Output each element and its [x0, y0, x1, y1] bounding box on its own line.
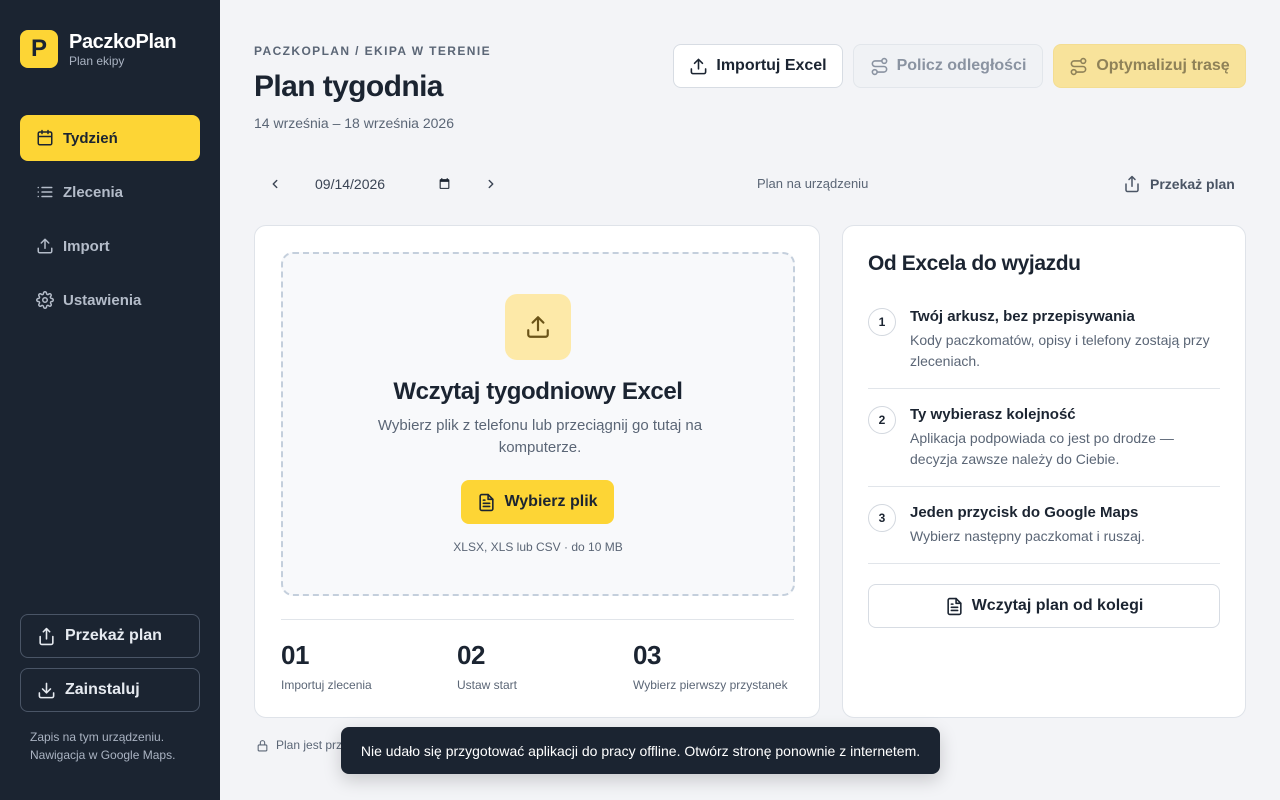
footer-note: Plan jest prz: [256, 738, 342, 752]
sidebar-item-label: Tydzień: [63, 129, 118, 147]
sidebar-nav: Tydzień Zlecenia Import Ustawienia: [20, 115, 200, 331]
guide-step-title: Ty wybierasz kolejność: [910, 406, 1076, 423]
upload-card: Wczytaj tygodniowy Excel Wybierz plik z …: [254, 225, 820, 718]
calendar-icon[interactable]: [438, 177, 451, 190]
upload-description: Wybierz plik z telefonu lub przeciągnij …: [377, 417, 703, 456]
calculate-distances-label: Policz odległości: [896, 57, 1027, 74]
brand-logo: P: [20, 30, 58, 68]
step-item: 02 Ustaw start: [457, 640, 517, 692]
plan-storage-label: Plan na urządzeniu: [757, 176, 869, 191]
file-icon: [947, 597, 962, 615]
date-range: 14 września – 18 września 2026: [254, 115, 455, 131]
breadcrumb: PACZKOPLAN / EKIPA W TERENIE: [254, 44, 491, 58]
sidebar-share-button[interactable]: Przekaż plan: [20, 614, 200, 658]
previous-week-button[interactable]: [264, 173, 286, 195]
import-excel-label: Importuj Excel: [716, 57, 827, 74]
week-date-value: 09/14/2026: [315, 176, 386, 192]
guide-step-description: Aplikacja podpowiada co jest po drodze —…: [910, 430, 1174, 467]
guide-card: Od Excela do wyjazdu 1 Twój arkusz, bez …: [842, 225, 1246, 718]
share-plan-button[interactable]: Przekaż plan: [1113, 168, 1245, 200]
sidebar: P PaczkoPlan Plan ekipy Tydzień Zlecenia…: [0, 0, 220, 800]
step-label: Importuj zlecenia: [281, 678, 372, 692]
route-icon: [1070, 57, 1087, 75]
lock-icon: [257, 739, 268, 751]
upload-icon: [527, 316, 549, 338]
upload-badge: [505, 294, 571, 360]
week-date-input[interactable]: 09/14/2026: [305, 168, 460, 200]
sidebar-item-label: Ustawienia: [63, 291, 142, 309]
step-number: 01: [281, 640, 310, 670]
sidebar-item-label: Import: [63, 237, 110, 255]
chevron-left-icon: [272, 179, 278, 189]
step-number: 03: [633, 640, 662, 670]
chevron-right-icon: [488, 179, 494, 189]
gear-icon: [36, 291, 54, 309]
load-colleague-plan-label: Wczytaj plan od kolegi: [971, 597, 1144, 614]
optimize-route-button[interactable]: Optymalizuj trasę: [1053, 44, 1246, 88]
brand[interactable]: P PaczkoPlan Plan ekipy: [20, 30, 177, 68]
guide-title: Od Excela do wyjazdu: [868, 252, 1081, 275]
offline-error-toast: Nie udało się przygotować aplikacji do p…: [341, 727, 940, 774]
calendar-icon: [37, 129, 53, 146]
load-colleague-plan-button[interactable]: Wczytaj plan od kolegi: [868, 584, 1220, 628]
step-item: 01 Importuj zlecenia: [281, 640, 372, 692]
sidebar-item-label: Zlecenia: [63, 183, 124, 201]
sidebar-install-label: Zainstaluj: [65, 681, 140, 698]
share-icon: [1125, 175, 1139, 193]
app-subtitle: Plan ekipy: [69, 54, 125, 68]
sidebar-item-ustawienia[interactable]: Ustawienia: [20, 277, 200, 323]
guide-step-description: Wybierz następny paczkomat i ruszaj.: [910, 528, 1145, 544]
upload-formats: XLSX, XLS lub CSV · do 10 MB: [453, 540, 623, 554]
page-title: Plan tygodnia: [254, 70, 443, 103]
toast-message: Nie udało się przygotować aplikacji do p…: [360, 742, 921, 759]
guide-step-description: Kody paczkomatów, opisy i telefony zosta…: [910, 332, 1210, 369]
step-number: 02: [457, 640, 486, 670]
divider: [868, 563, 1220, 564]
file-icon: [479, 493, 495, 511]
share-icon: [39, 627, 54, 645]
divider: [868, 388, 1220, 389]
guide-step-title: Jeden przycisk do Google Maps: [910, 504, 1139, 521]
calculate-distances-button[interactable]: Policz odległości: [853, 44, 1043, 88]
upload-title: Wczytaj tygodniowy Excel: [393, 378, 683, 405]
step-label: Wybierz pierwszy przystanek: [633, 678, 788, 692]
sidebar-install-button[interactable]: Zainstaluj: [20, 668, 200, 712]
route-icon: [871, 57, 888, 75]
guide-step-title: Twój arkusz, bez przepisywania: [910, 308, 1135, 325]
sidebar-share-label: Przekaż plan: [65, 627, 162, 644]
file-dropzone[interactable]: Wczytaj tygodniowy Excel Wybierz plik z …: [281, 252, 795, 596]
optimize-route-label: Optymalizuj trasę: [1096, 57, 1230, 74]
divider: [868, 486, 1220, 487]
upload-icon: [690, 58, 707, 74]
list-icon: [37, 186, 53, 198]
divider: [281, 619, 794, 620]
choose-file-button[interactable]: Wybierz plik: [461, 480, 614, 524]
sidebar-note: Zapis na tym urządzeniu. Nawigacja w Goo…: [30, 730, 176, 762]
download-icon: [38, 682, 55, 698]
sidebar-item-import[interactable]: Import: [20, 223, 200, 269]
import-excel-button[interactable]: Importuj Excel: [673, 44, 843, 88]
step-badge: 1: [868, 308, 896, 336]
sidebar-item-tydzien[interactable]: Tydzień: [20, 115, 200, 161]
share-plan-label: Przekaż plan: [1150, 176, 1235, 192]
app-name: PaczkoPlan: [69, 31, 177, 53]
choose-file-label: Wybierz plik: [504, 493, 598, 510]
footer-note-text: Plan jest prz: [276, 738, 343, 752]
step-badge: 3: [868, 504, 896, 532]
step-badge: 2: [868, 406, 896, 434]
sidebar-item-zlecenia[interactable]: Zlecenia: [20, 169, 200, 215]
step-label: Ustaw start: [457, 678, 518, 692]
next-week-button[interactable]: [480, 173, 502, 195]
upload-icon: [37, 238, 53, 254]
step-item: 03 Wybierz pierwszy przystanek: [633, 640, 788, 692]
